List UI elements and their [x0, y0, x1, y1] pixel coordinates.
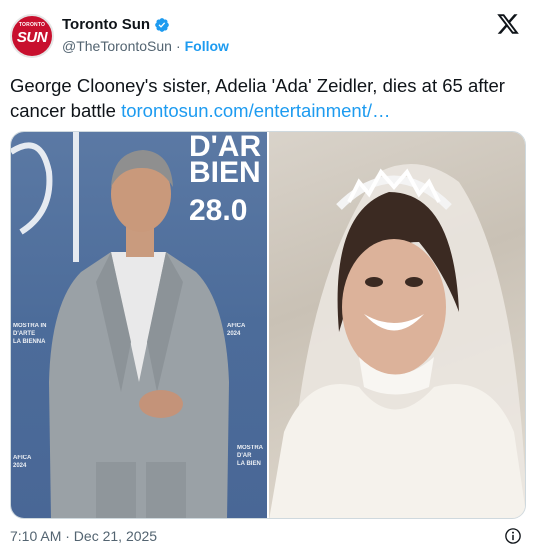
photo-george-clooney[interactable]: D'AR BIEN 28.0 MOSTRA IN D'ARTE LA BIENN…	[11, 132, 267, 518]
info-icon[interactable]	[504, 527, 522, 545]
article-link[interactable]: torontosun.com/entertainment/…	[121, 100, 390, 121]
verified-badge-icon	[155, 17, 169, 32]
tweet-header: TORONTO SUN Toronto Sun @TheTorontoSun ·…	[10, 10, 526, 60]
backdrop-small-3: MOSTRA D'AR LA BIEN	[237, 445, 263, 467]
media-grid: D'AR BIEN 28.0 MOSTRA IN D'ARTE LA BIENN…	[10, 131, 526, 519]
tweet-card: TORONTO SUN Toronto Sun @TheTorontoSun ·…	[0, 0, 536, 553]
display-name[interactable]: Toronto Sun	[62, 16, 150, 33]
backdrop-small-1: MOSTRA IN D'ARTE LA BIENNA	[13, 323, 47, 345]
handle-row: @TheTorontoSun · Follow	[62, 38, 229, 54]
avatar-logo-text: SUN	[16, 29, 48, 46]
separator-dot: ·	[175, 38, 181, 54]
photo-right-illustration	[269, 164, 525, 518]
follow-button[interactable]: Follow	[185, 38, 229, 54]
x-logo-icon[interactable]	[496, 12, 520, 36]
backdrop-small-4: AFICA 2024	[13, 455, 32, 469]
backdrop-line-2: BIEN	[189, 156, 261, 189]
backdrop-line-3: 28.0	[189, 194, 248, 227]
avatar-top-text: TORONTO	[18, 22, 46, 28]
handle[interactable]: @TheTorontoSun	[62, 38, 172, 54]
photo-adelia-zeidler[interactable]	[269, 132, 525, 518]
name-row: Toronto Sun	[62, 16, 170, 33]
backdrop-small-2: AFICA 2024	[227, 323, 246, 337]
tweet-timestamp[interactable]: 7:10 AM · Dec 21, 2025	[10, 528, 157, 544]
avatar[interactable]: TORONTO SUN	[10, 14, 54, 58]
tweet-text: George Clooney's sister, Adelia 'Ada' Ze…	[10, 73, 520, 123]
